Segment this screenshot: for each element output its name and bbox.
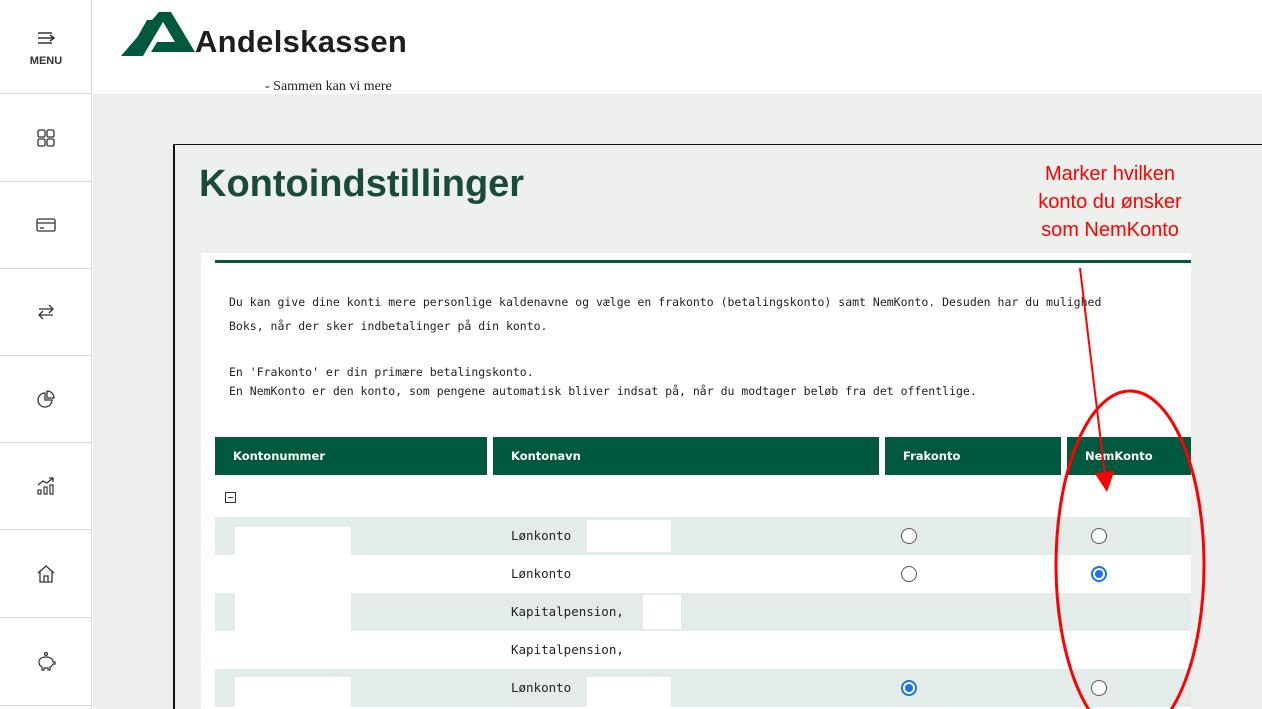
sidebar-item-home[interactable] bbox=[0, 530, 92, 618]
redacted-account-number bbox=[235, 677, 351, 707]
nemkonto-radio[interactable] bbox=[1091, 680, 1107, 696]
column-header-account-name: Kontonavn bbox=[493, 437, 879, 475]
account-name: Lønkonto bbox=[511, 680, 572, 695]
home-icon bbox=[37, 564, 55, 583]
table-row: Lønkonto bbox=[215, 669, 1191, 707]
annotation-line-1: Marker hvilken bbox=[1044, 163, 1176, 185]
sidebar-item-savings[interactable] bbox=[0, 618, 92, 706]
table-row: Kapitalpension, bbox=[215, 631, 1191, 669]
account-name: Lønkonto bbox=[511, 566, 572, 581]
info-text-frakonto: En 'Frakonto' er din primære betalingsko… bbox=[229, 365, 534, 379]
account-name: Lønkonto bbox=[511, 528, 572, 543]
intro-text-line-2: Boks, når der sker indbetalinger på din … bbox=[229, 319, 548, 333]
table-row: Lønkonto bbox=[215, 517, 1191, 555]
redacted-account-detail bbox=[643, 595, 681, 629]
brand-name[interactable]: Andelskassen bbox=[195, 24, 407, 60]
sidebar: MENU bbox=[0, 0, 92, 709]
column-header-account-number: Kontonummer bbox=[215, 437, 487, 475]
menu-arrow-icon bbox=[38, 31, 56, 44]
header: Andelskassen - Sammen kan vi mere bbox=[93, 0, 1262, 94]
column-header-nemkonto: NemKonto bbox=[1067, 437, 1191, 475]
table-row: Kapitalpension, bbox=[215, 593, 1191, 631]
nemkonto-radio[interactable] bbox=[1091, 528, 1107, 544]
info-text-nemkonto: En NemKonto er den konto, som pengene au… bbox=[229, 384, 977, 398]
sidebar-item-transfers[interactable] bbox=[0, 269, 92, 356]
sidebar-item-overview[interactable] bbox=[0, 94, 92, 182]
section-divider bbox=[215, 260, 1191, 263]
frakonto-radio-selected[interactable] bbox=[901, 680, 917, 696]
frakonto-radio[interactable] bbox=[901, 528, 917, 544]
brand-logo bbox=[121, 12, 195, 56]
annotation-callout: Marker hvilken konto du ønsker som NemKo… bbox=[990, 160, 1230, 244]
redacted-account-detail bbox=[587, 677, 671, 707]
table-row: Lønkonto bbox=[215, 555, 1191, 593]
menu-label: MENU bbox=[29, 54, 63, 67]
intro-text-line-1: Du kan give dine konti mere personlige k… bbox=[229, 295, 1102, 309]
pie-chart-icon bbox=[37, 390, 55, 408]
sidebar-item-cards[interactable] bbox=[0, 182, 92, 269]
redacted-account-number bbox=[235, 593, 351, 631]
frakonto-radio[interactable] bbox=[901, 566, 917, 582]
transfer-icon bbox=[38, 304, 54, 320]
collapse-toggle-icon[interactable] bbox=[225, 492, 236, 503]
sidebar-item-budget[interactable] bbox=[0, 356, 92, 443]
brand-tagline: - Sammen kan vi mere bbox=[265, 79, 392, 94]
page-title: Kontoindstillinger bbox=[199, 163, 525, 205]
investment-icon bbox=[37, 477, 54, 495]
account-name: Kapitalpension, bbox=[511, 604, 624, 619]
annotation-line-2: konto du ønsker bbox=[1038, 191, 1182, 213]
column-header-frakonto: Frakonto bbox=[885, 437, 1061, 475]
dashboard-icon bbox=[37, 128, 55, 147]
redacted-account-number bbox=[235, 527, 351, 555]
annotation-line-3: som NemKonto bbox=[1041, 219, 1179, 241]
card-icon bbox=[36, 218, 56, 232]
redacted-account-detail bbox=[587, 520, 671, 552]
sidebar-item-investments[interactable] bbox=[0, 443, 92, 530]
account-settings-panel: Du kan give dine konti mere personlige k… bbox=[201, 253, 1191, 709]
menu-button[interactable]: MENU bbox=[0, 0, 92, 94]
nemkonto-radio-selected[interactable] bbox=[1091, 566, 1107, 582]
piggy-bank-icon bbox=[38, 651, 56, 671]
account-name: Kapitalpension, bbox=[511, 642, 624, 657]
